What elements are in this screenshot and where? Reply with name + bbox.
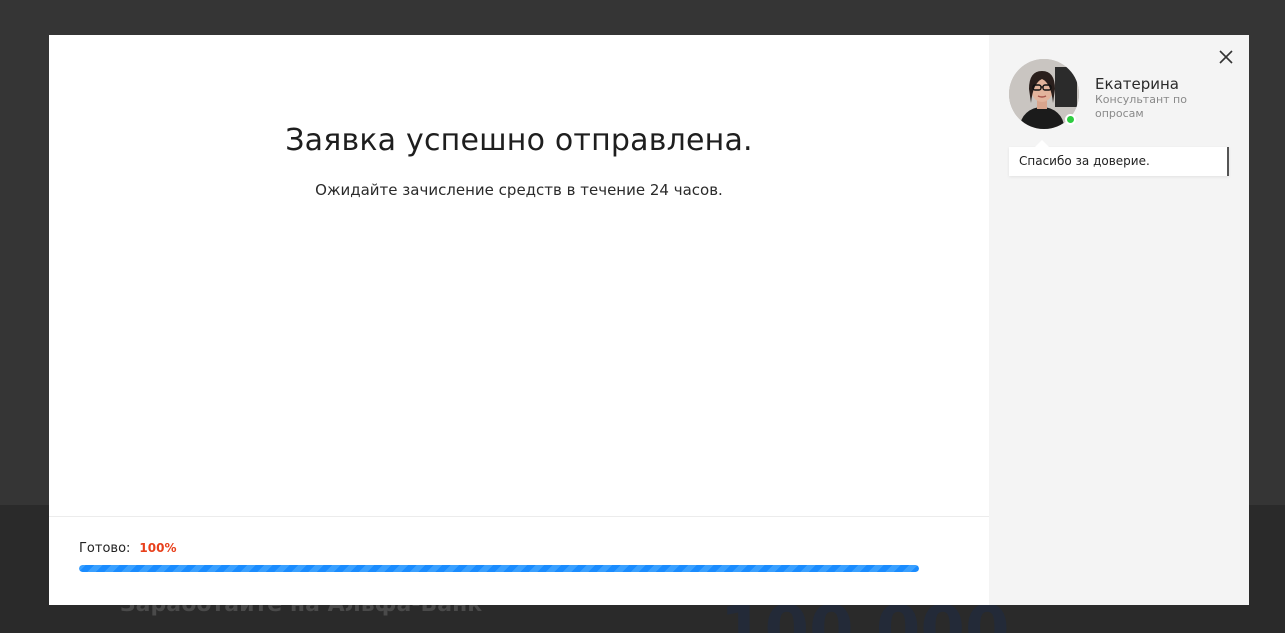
success-subtitle: Ожидайте зачисление средств в течение 24… — [315, 181, 723, 199]
online-status-indicator — [1065, 114, 1076, 125]
agent-avatar-wrap — [1009, 59, 1079, 129]
success-modal: Заявка успешно отправлена. Ожидайте зачи… — [49, 35, 1249, 605]
progress-label: Готово: — [79, 541, 131, 556]
progress-section: Готово: 100% — [49, 516, 989, 605]
chat-side-pane: Екатерина Консультант по опросам Спасибо… — [989, 35, 1249, 605]
progress-label-row: Готово: 100% — [79, 541, 176, 556]
agent-name: Екатерина — [1095, 75, 1179, 93]
progress-bar-fill — [79, 565, 919, 572]
success-title: Заявка успешно отправлена. — [285, 123, 753, 158]
modal-main-pane: Заявка успешно отправлена. Ожидайте зачи… — [49, 35, 989, 605]
close-button[interactable] — [1217, 48, 1235, 66]
progress-bar — [79, 565, 919, 572]
progress-value: 100% — [139, 541, 177, 555]
chat-message-bubble: Спасибо за доверие. — [1009, 140, 1229, 176]
agent-role: Консультант по опросам — [1095, 93, 1187, 120]
close-icon — [1219, 50, 1233, 64]
